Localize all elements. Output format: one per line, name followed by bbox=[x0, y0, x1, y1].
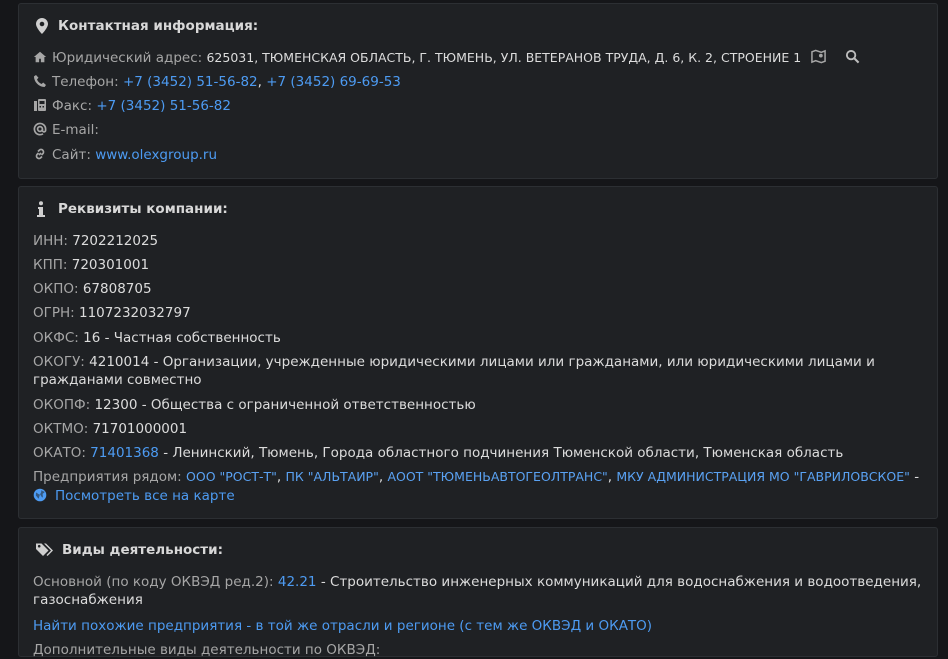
additional-activities-label: Дополнительные виды деятельности по ОКВЭ… bbox=[33, 642, 381, 658]
phone-icon bbox=[33, 74, 47, 88]
fax-link[interactable]: +7 (3452) 51-56-82 bbox=[96, 98, 231, 114]
email-label: E-mail: bbox=[52, 122, 99, 138]
view-all-on-map-link[interactable]: Посмотреть все на карте bbox=[55, 488, 235, 504]
site-link[interactable]: www.olexgroup.ru bbox=[95, 147, 217, 163]
phone-separator: , bbox=[257, 74, 262, 90]
okato-label: ОКАТО: bbox=[33, 445, 86, 461]
map-link-row: Посмотреть все на карте bbox=[33, 487, 923, 505]
nearby-link-2[interactable]: ПК "АЛЬТАИР" bbox=[286, 469, 379, 484]
okogu-label: ОКОГУ: bbox=[33, 354, 85, 370]
map-icon[interactable] bbox=[811, 49, 827, 64]
fax-row: Факс: +7 (3452) 51-56-82 bbox=[33, 97, 923, 115]
oktmo-row: ОКТМО: 71701000001 bbox=[33, 420, 923, 438]
okato-code-link[interactable]: 71401368 bbox=[90, 445, 159, 461]
contact-info-title: Контактная информация: bbox=[58, 18, 259, 34]
legal-address-value: 625031, ТЮМЕНСКАЯ ОБЛАСТЬ, Г. ТЮМЕНЬ, УЛ… bbox=[206, 50, 802, 65]
oktmo-label: ОКТМО: bbox=[33, 421, 89, 437]
ogrn-row: ОГРН: 1107232032797 bbox=[33, 304, 923, 322]
okfs-value: 16 - Частная собственность bbox=[83, 330, 281, 346]
contact-info-panel: Контактная информация: Юридический адрес… bbox=[18, 3, 938, 179]
requisites-panel: Реквизиты компании: ИНН: 7202212025 КПП:… bbox=[18, 186, 938, 519]
legal-address-row: Юридический адрес: 625031, ТЮМЕНСКАЯ ОБЛ… bbox=[33, 49, 923, 67]
nearby-dash: - bbox=[914, 469, 920, 485]
at-icon bbox=[33, 122, 47, 136]
fax-icon bbox=[33, 98, 47, 112]
okogu-row: ОКОГУ: 4210014 - Организации, учрежденны… bbox=[33, 353, 923, 389]
nearby-label: Предприятия рядом: bbox=[33, 469, 182, 485]
kpp-label: КПП: bbox=[33, 257, 68, 273]
nearby-separator-1: , bbox=[276, 469, 282, 485]
legal-address-label: Юридический адрес: bbox=[52, 50, 203, 66]
okpo-label: ОКПО: bbox=[33, 281, 79, 297]
nearby-separator-3: , bbox=[607, 469, 613, 485]
okopf-label: ОКОПФ: bbox=[33, 397, 91, 413]
inn-value: 7202212025 bbox=[72, 233, 159, 249]
okopf-row: ОКОПФ: 12300 - Общества с ограниченной о… bbox=[33, 396, 923, 414]
additional-activities-row: Дополнительные виды деятельности по ОКВЭ… bbox=[33, 641, 923, 659]
activity-title: Виды деятельности: bbox=[62, 542, 223, 558]
ogrn-value: 1107232032797 bbox=[79, 305, 191, 321]
okfs-row: ОКФС: 16 - Частная собственность bbox=[33, 329, 923, 347]
similar-companies-row: Найти похожие предприятия - в той же отр… bbox=[33, 617, 923, 635]
link-icon bbox=[33, 147, 47, 161]
email-row: E-mail: bbox=[33, 121, 923, 139]
requisites-title: Реквизиты компании: bbox=[58, 201, 228, 217]
inn-label: ИНН: bbox=[33, 233, 68, 249]
globe-icon bbox=[33, 488, 47, 502]
phone-link-2[interactable]: +7 (3452) 69-69-53 bbox=[266, 74, 401, 90]
info-icon bbox=[36, 201, 50, 217]
okpo-row: ОКПО: 67808705 bbox=[33, 280, 923, 298]
phone-row: Телефон: +7 (3452) 51-56-82, +7 (3452) 6… bbox=[33, 73, 923, 91]
ogrn-label: ОГРН: bbox=[33, 305, 75, 321]
okfs-label: ОКФС: bbox=[33, 330, 79, 346]
nearby-row: Предприятия рядом: ООО "РОСТ-Т", ПК "АЛЬ… bbox=[33, 468, 923, 486]
nearby-separator-2: , bbox=[378, 469, 384, 485]
okpo-value: 67808705 bbox=[82, 281, 152, 297]
contact-info-heading: Контактная информация: bbox=[36, 18, 258, 34]
oktmo-value: 71701000001 bbox=[92, 421, 188, 437]
okato-value: - Ленинский, Тюмень, Города областного п… bbox=[163, 445, 844, 461]
nearby-link-4[interactable]: МКУ АДМИНИСТРАЦИЯ МО "ГАВРИЛОВСКОЕ" bbox=[616, 469, 910, 484]
main-activity-label: Основной (по коду ОКВЭД ред.2): bbox=[33, 574, 274, 590]
main-activity-row: Основной (по коду ОКВЭД ред.2): 42.21 - … bbox=[33, 573, 923, 609]
home-icon bbox=[33, 50, 47, 64]
inn-row: ИНН: 7202212025 bbox=[33, 232, 923, 250]
tags-icon bbox=[36, 542, 54, 558]
okato-row: ОКАТО: 71401368 - Ленинский, Тюмень, Гор… bbox=[33, 444, 923, 462]
activity-heading: Виды деятельности: bbox=[36, 542, 223, 558]
kpp-row: КПП: 720301001 bbox=[33, 256, 923, 274]
main-activity-code-link[interactable]: 42.21 bbox=[278, 574, 317, 590]
okogu-value: 4210014 - Организации, учрежденные юриди… bbox=[33, 354, 875, 388]
nearby-link-3[interactable]: АООТ "ТЮМЕНЬАВТОГЕОЛТРАНС" bbox=[387, 469, 607, 484]
search-icon[interactable] bbox=[845, 49, 860, 64]
kpp-value: 720301001 bbox=[71, 257, 150, 273]
phone-label: Телефон: bbox=[52, 74, 119, 90]
nearby-link-1[interactable]: ООО "РОСТ-Т" bbox=[186, 469, 277, 484]
site-row: Сайт: www.olexgroup.ru bbox=[33, 146, 923, 164]
map-marker-icon bbox=[36, 18, 50, 34]
activity-panel: Виды деятельности: Основной (по коду ОКВ… bbox=[18, 527, 938, 659]
requisites-heading: Реквизиты компании: bbox=[36, 201, 228, 217]
phone-link-1[interactable]: +7 (3452) 51-56-82 bbox=[123, 74, 258, 90]
site-label: Сайт: bbox=[52, 147, 91, 163]
find-similar-companies-link[interactable]: Найти похожие предприятия - в той же отр… bbox=[33, 618, 652, 634]
fax-label: Факс: bbox=[52, 98, 93, 114]
okopf-value: 12300 - Общества с ограниченной ответств… bbox=[94, 397, 476, 413]
